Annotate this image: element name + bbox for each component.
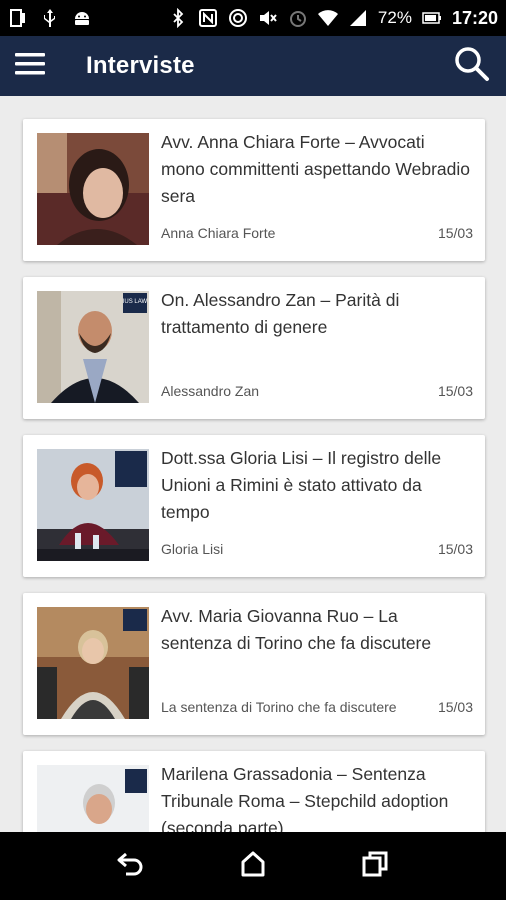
- search-icon: [454, 46, 490, 87]
- sync-icon: [228, 8, 248, 28]
- back-icon: [116, 851, 146, 882]
- back-button[interactable]: [101, 836, 161, 896]
- sim-icon: [8, 8, 28, 28]
- article-thumbnail: [37, 133, 149, 245]
- article-thumbnail: [37, 449, 149, 561]
- article-date: 15/03: [437, 699, 473, 715]
- article-date: 15/03: [437, 541, 473, 557]
- badge-text: IUS LAW: [123, 299, 148, 305]
- article-title: Avv. Anna Chiara Forte – Avvocati mono c…: [161, 132, 471, 206]
- recents-icon: [361, 850, 389, 883]
- article-title: Marilena Grassadonia – Sentenza Tribunal…: [161, 764, 449, 832]
- article-title: Avv. Maria Giovanna Ruo – La sentenza di…: [161, 606, 432, 653]
- alarm-icon: [288, 8, 308, 28]
- article-thumbnail: [37, 765, 149, 832]
- article-thumbnail: IUS LAW: [37, 291, 149, 403]
- battery-icon: [422, 8, 442, 28]
- bluetooth-icon: [168, 8, 188, 28]
- article-title: Dott.ssa Gloria Lisi – Il registro delle…: [161, 448, 442, 522]
- page-title: Interviste: [86, 52, 195, 79]
- article-date: 15/03: [437, 383, 473, 399]
- article-list: Avv. Anna Chiara Forte – Avvocati mono c…: [0, 96, 506, 832]
- article-author: Gloria Lisi: [161, 541, 224, 557]
- wifi-icon: [317, 8, 338, 28]
- menu-button[interactable]: [2, 36, 58, 96]
- article-author: Anna Chiara Forte: [161, 225, 276, 241]
- home-button[interactable]: [223, 836, 283, 896]
- article-author: Alessandro Zan: [161, 383, 260, 399]
- app-bar: Interviste: [0, 36, 506, 96]
- search-button[interactable]: [442, 36, 502, 96]
- article-title: On. Alessandro Zan – Parità di trattamen…: [161, 290, 400, 337]
- article-author: La sentenza di Torino che fa discutere: [161, 699, 397, 715]
- recents-button[interactable]: [345, 836, 405, 896]
- article-card[interactable]: Avv. Anna Chiara Forte – Avvocati mono c…: [23, 119, 485, 261]
- mute-icon: [258, 8, 278, 28]
- article-thumbnail: [37, 607, 149, 719]
- status-bar: 72% 17:20: [0, 0, 506, 36]
- nfc-icon: [198, 8, 218, 28]
- article-card[interactable]: Avv. Maria Giovanna Ruo – La sentenza di…: [23, 593, 485, 735]
- usb-icon: [40, 8, 60, 28]
- navigation-bar: [0, 832, 506, 900]
- battery-percent: 72%: [377, 8, 412, 27]
- home-icon: [239, 850, 267, 883]
- hamburger-icon: [15, 52, 45, 81]
- article-card[interactable]: Dott.ssa Gloria Lisi – Il registro delle…: [23, 435, 485, 577]
- article-card[interactable]: IUS LAW On. Alessandro Zan – Parità di t…: [23, 277, 485, 419]
- article-card[interactable]: Marilena Grassadonia – Sentenza Tribunal…: [23, 751, 485, 832]
- signal-icon: [348, 8, 368, 28]
- clock: 17:20: [451, 7, 498, 28]
- android-icon: [72, 8, 92, 28]
- article-date: 15/03: [437, 225, 473, 241]
